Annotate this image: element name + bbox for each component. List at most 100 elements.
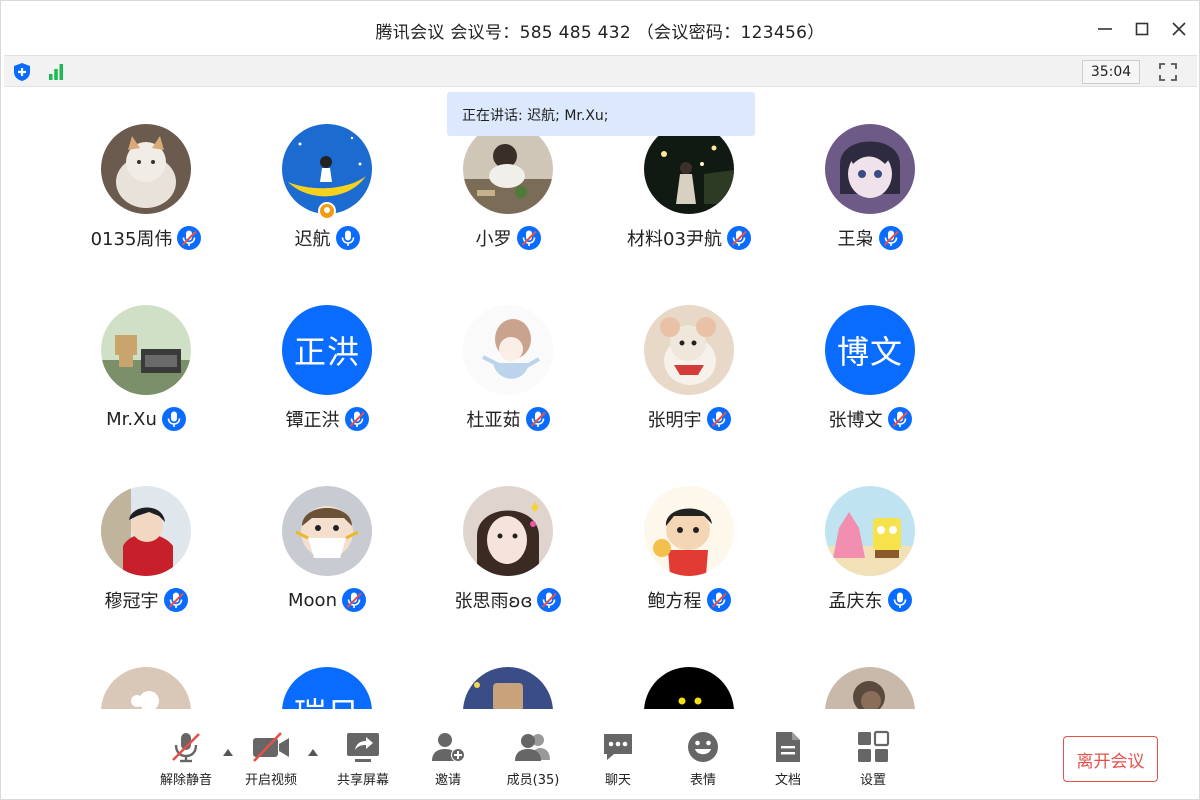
participant-tile[interactable]: [599, 667, 779, 709]
participant-name-row: 王枭: [780, 224, 960, 252]
participant-tile[interactable]: 迟航: [237, 124, 417, 274]
participant-tile[interactable]: 材料03尹航: [599, 124, 779, 274]
avatar: [644, 305, 734, 395]
unmute-button[interactable]: 解除静音: [151, 729, 221, 788]
mic-muted-icon: [537, 588, 562, 612]
share-screen-label: 共享屏幕: [336, 773, 389, 788]
participant-name-row: Mr.Xu: [56, 405, 236, 433]
chat-label: 聊天: [604, 773, 631, 788]
participant-name: 鲍方程: [647, 591, 702, 612]
mic-muted-icon: [177, 226, 202, 250]
mic-muted-icon: [525, 407, 550, 431]
grid-settings-icon: [853, 729, 893, 765]
docs-button[interactable]: 文档: [753, 729, 823, 788]
participant-tile[interactable]: 正洪 镡正洪: [237, 305, 417, 455]
mic-on-icon: [161, 407, 186, 431]
participant-name: Moon: [288, 589, 337, 611]
speaking-indicator: 正在讲话: 迟航; Mr.Xu;: [447, 92, 755, 136]
participant-tile[interactable]: [780, 667, 960, 709]
shield-icon[interactable]: [11, 61, 33, 83]
emoji-button[interactable]: 表情: [668, 729, 738, 788]
chat-button[interactable]: 聊天: [583, 729, 653, 788]
meeting-timer: 35:04: [1082, 60, 1140, 84]
host-badge-icon: [318, 202, 336, 220]
avatar: 博文: [825, 305, 915, 395]
participant-name: 材料03尹航: [627, 229, 722, 250]
avatar: [644, 486, 734, 576]
status-bar: 35:04: [4, 55, 1197, 87]
avatar: 瑞日: [282, 667, 372, 709]
participant-tile[interactable]: [418, 667, 598, 709]
minimize-icon: [1098, 28, 1112, 30]
participant-tile[interactable]: 王枭: [780, 124, 960, 274]
participant-name-row: 穆冠宇: [56, 586, 236, 614]
participant-name: 张博文: [828, 410, 883, 431]
participant-name-row: 镡正洪: [237, 405, 417, 433]
mic-muted-icon: [887, 407, 912, 431]
participant-name: 穆冠宇: [104, 591, 159, 612]
participant-tile[interactable]: 张明宇: [599, 305, 779, 455]
audio-options-caret[interactable]: [222, 747, 234, 757]
fullscreen-button[interactable]: [1156, 60, 1180, 84]
participant-tile[interactable]: 穆冠宇: [56, 486, 236, 636]
participant-name-row: 鲍方程: [599, 586, 779, 614]
participant-tile[interactable]: Mr.Xu: [56, 305, 236, 455]
video-options-caret[interactable]: [307, 747, 319, 757]
participant-tile[interactable]: 杜亚茹: [418, 305, 598, 455]
minimize-button[interactable]: [1091, 15, 1119, 43]
title-bar: 腾讯会议 会议号：585 485 432 （会议密码：123456）: [1, 1, 1199, 55]
mic-muted-icon: [341, 588, 366, 612]
mic-muted-icon: [878, 226, 903, 250]
maximize-button[interactable]: [1128, 15, 1156, 43]
share-screen-button[interactable]: 共享屏幕: [328, 729, 398, 788]
participant-tile[interactable]: 0135周伟: [56, 124, 236, 274]
participant-name: 张明宇: [647, 410, 702, 431]
avatar: [644, 124, 734, 214]
participant-name: 小罗: [475, 229, 512, 250]
mic-muted-icon: [516, 226, 541, 250]
window-title: 腾讯会议 会议号：585 485 432 （会议密码：123456）: [375, 23, 825, 43]
participant-name-row: 张博文: [780, 405, 960, 433]
start-video-button[interactable]: 开启视频: [236, 729, 306, 788]
mic-muted-icon: [163, 588, 188, 612]
participant-tile[interactable]: 张思雨ʚɞ: [418, 486, 598, 636]
add-person-icon: [428, 729, 468, 765]
signal-bars-icon[interactable]: [45, 61, 67, 83]
avatar-initials: 博文: [836, 333, 903, 371]
participant-tile[interactable]: Moon: [237, 486, 417, 636]
participant-tile[interactable]: [56, 667, 236, 709]
smiley-icon: [683, 729, 723, 765]
invite-button[interactable]: 邀请: [413, 729, 483, 788]
avatar: [825, 486, 915, 576]
participant-tile[interactable]: 博文张博文: [780, 305, 960, 455]
avatar: [463, 124, 553, 214]
start-video-label: 开启视频: [244, 773, 297, 788]
video-off-icon: [251, 729, 291, 765]
participant-name-row: 张思雨ʚɞ: [418, 586, 598, 614]
participant-name: Mr.Xu: [106, 408, 157, 430]
mic-muted-icon: [706, 407, 731, 431]
participant-tile[interactable]: 瑞日: [237, 667, 417, 709]
participant-tile[interactable]: 鲍方程: [599, 486, 779, 636]
participant-name-row: Moon: [237, 586, 417, 614]
muted-mic-icon: [166, 729, 206, 765]
avatar-initials: 正洪: [293, 333, 360, 371]
participant-tile[interactable]: 小罗: [418, 124, 598, 274]
participant-tile[interactable]: 孟庆东: [780, 486, 960, 636]
avatar: [101, 124, 191, 214]
mic-on-icon: [887, 588, 912, 612]
members-button[interactable]: 成员(35): [498, 729, 568, 788]
mic-on-icon: [335, 226, 360, 250]
fullscreen-icon: [1159, 63, 1177, 81]
emoji-label: 表情: [689, 773, 716, 788]
mic-muted-icon: [706, 588, 731, 612]
meeting-window: 腾讯会议 会议号：585 485 432 （会议密码：123456） 35:04…: [0, 0, 1200, 800]
avatar: 正洪: [282, 305, 372, 395]
participant-name: 杜亚茹: [466, 410, 521, 431]
members-label: 成员(35): [506, 773, 560, 788]
leave-meeting-button[interactable]: 离开会议: [1063, 736, 1158, 782]
meeting-toolbar: 解除静音 开启视频 共享屏幕 邀请 成员(35) 聊天 表情 文档 设置 离开会…: [1, 709, 1199, 799]
settings-button[interactable]: 设置: [838, 729, 908, 788]
avatar: [463, 486, 553, 576]
close-button[interactable]: [1165, 15, 1193, 43]
